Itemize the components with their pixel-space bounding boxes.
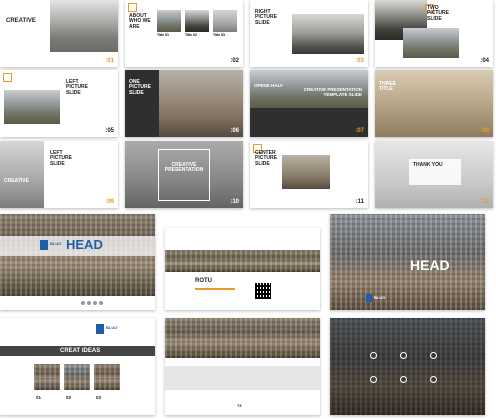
slide-title: ROTU xyxy=(195,278,212,284)
slide-photo xyxy=(4,90,60,124)
slide-overlay-text: CREATIVE xyxy=(4,178,29,184)
slide-number: :11 xyxy=(355,199,364,205)
slide-number: :03 xyxy=(355,58,364,64)
feature-icon xyxy=(430,376,437,383)
brand-name: BLUO xyxy=(106,325,118,330)
slide-heading: HEAD xyxy=(410,257,450,273)
feature-icon xyxy=(400,352,407,359)
slide-thumbnail-06[interactable]: ONE PICTURE SLIDE :06 xyxy=(125,70,243,137)
feature-number: 02 xyxy=(66,395,72,400)
pagination-dot[interactable] xyxy=(87,301,91,305)
slide-thumbnail-03[interactable]: RIGHT PICTURE SLIDE :03 xyxy=(250,0,368,67)
slide-number: :02 xyxy=(230,58,239,64)
slide-number: :09 xyxy=(105,199,114,205)
slide-thumbnail-08[interactable]: THREE TITLE :08 xyxy=(375,70,493,137)
orange-rule xyxy=(195,288,235,290)
slide-heading: HEAD xyxy=(66,237,103,252)
title-panel xyxy=(250,108,368,137)
slide-photo xyxy=(282,155,330,189)
slide-photo xyxy=(94,364,120,390)
slide-thumbnail-12[interactable]: THANK YOU :12 xyxy=(375,141,493,208)
brand-name: BLUO xyxy=(374,295,386,300)
slide-title: THANK YOU xyxy=(413,162,443,168)
pagination-dot[interactable] xyxy=(81,301,85,305)
slide-title: ABOUT WHO WE ARE xyxy=(129,13,151,30)
gray-band xyxy=(165,366,320,390)
slide-title: CREATIVE PRESENTATION xyxy=(164,162,204,174)
slide-number: :08 xyxy=(480,128,489,134)
slide-thumbnail-01[interactable]: CREATIVE :01 xyxy=(0,0,118,67)
slide-number: :04 xyxy=(480,58,489,64)
slide-photo xyxy=(292,14,364,54)
feature-number: 03 xyxy=(96,395,102,400)
feature-icon xyxy=(430,352,437,359)
slide-photo xyxy=(185,10,209,32)
slide-photo xyxy=(34,364,60,390)
slide-title: CREATIVE xyxy=(6,18,36,24)
feature-icon xyxy=(370,376,377,383)
slide-photo xyxy=(403,28,459,58)
slide-number: :05 xyxy=(105,128,114,134)
title-frame xyxy=(158,149,210,201)
slide-number: :12 xyxy=(480,199,489,205)
photo-caption: Title 01 xyxy=(157,33,169,37)
slide-photo xyxy=(330,214,485,310)
slide-thumbnail-02[interactable]: ABOUT WHO WE ARE Title 01 Title 02 Title… xyxy=(125,0,243,67)
slide-number: :06 xyxy=(230,128,239,134)
slide-footer: 73 xyxy=(237,403,242,408)
slide-subtitle: CREATIVE PRESENTATION TEMPLATE SLIDE xyxy=(303,87,362,97)
slide-photo xyxy=(0,141,44,208)
slide-preview-d[interactable]: CREAT IDEAS BLUO 01 02 03 xyxy=(0,318,155,415)
qr-code xyxy=(255,283,271,299)
pagination-dot[interactable] xyxy=(99,301,103,305)
slide-thumbnail-10[interactable]: CREATIVE PRESENTATION :10 xyxy=(125,141,243,208)
slide-title: THREE TITLE xyxy=(379,81,396,93)
slide-heading: CREAT IDEAS xyxy=(60,348,101,354)
slide-photo xyxy=(64,364,90,390)
slide-preview-e[interactable]: 73 xyxy=(165,318,320,415)
slide-photo xyxy=(157,10,181,32)
accent-square xyxy=(3,73,12,82)
slide-thumbnail-09[interactable]: CREATIVE LEFT PICTURE SLIDE :09 xyxy=(0,141,118,208)
slide-preview-b[interactable]: ROTU xyxy=(165,228,320,310)
pagination-dots[interactable] xyxy=(80,301,104,305)
photo-caption: Title 03 xyxy=(213,33,225,37)
slide-thumbnail-07[interactable]: OPENE HALF CREATIVE PRESENTATION TEMPLAT… xyxy=(250,70,368,137)
feature-icon xyxy=(370,352,377,359)
slide-preview-a[interactable]: BLUO HEAD xyxy=(0,214,155,310)
slide-photo xyxy=(165,250,320,272)
slide-preview-f[interactable] xyxy=(330,318,485,415)
pagination-dot[interactable] xyxy=(93,301,97,305)
slide-title: ONE PICTURE SLIDE xyxy=(129,79,151,96)
slide-title: LEFT PICTURE SLIDE xyxy=(66,79,88,96)
slide-title: CENTER PICTURE SLIDE xyxy=(255,150,277,167)
feature-icon xyxy=(400,376,407,383)
slide-photo xyxy=(213,10,237,32)
slide-photo xyxy=(50,0,118,52)
slide-number: :10 xyxy=(230,199,239,205)
brand-logo xyxy=(366,294,372,302)
slide-title: LEFT PICTURE SLIDE xyxy=(50,150,72,167)
accent-square xyxy=(128,3,137,12)
slide-photo xyxy=(330,318,485,415)
slide-title: TWO PICTURE SLIDE xyxy=(427,5,449,22)
slide-number: :07 xyxy=(355,128,364,134)
slide-thumbnail-04[interactable]: TWO PICTURE SLIDE :04 xyxy=(375,0,493,67)
feature-number: 01 xyxy=(36,395,42,400)
slide-title: OPENE HALF xyxy=(254,83,284,88)
brand-logo xyxy=(96,324,104,334)
slide-title: RIGHT PICTURE SLIDE xyxy=(255,9,277,26)
slide-thumbnail-05[interactable]: LEFT PICTURE SLIDE :05 xyxy=(0,70,118,137)
brand-name: BLUO xyxy=(50,241,62,246)
brand-logo xyxy=(40,240,48,250)
slide-preview-c[interactable]: HEAD BLUO xyxy=(330,214,485,310)
photo-caption: Title 02 xyxy=(185,33,197,37)
slide-number: :01 xyxy=(105,58,114,64)
slide-thumbnail-11[interactable]: CENTER PICTURE SLIDE :11 xyxy=(250,141,368,208)
slide-photo xyxy=(165,318,320,358)
